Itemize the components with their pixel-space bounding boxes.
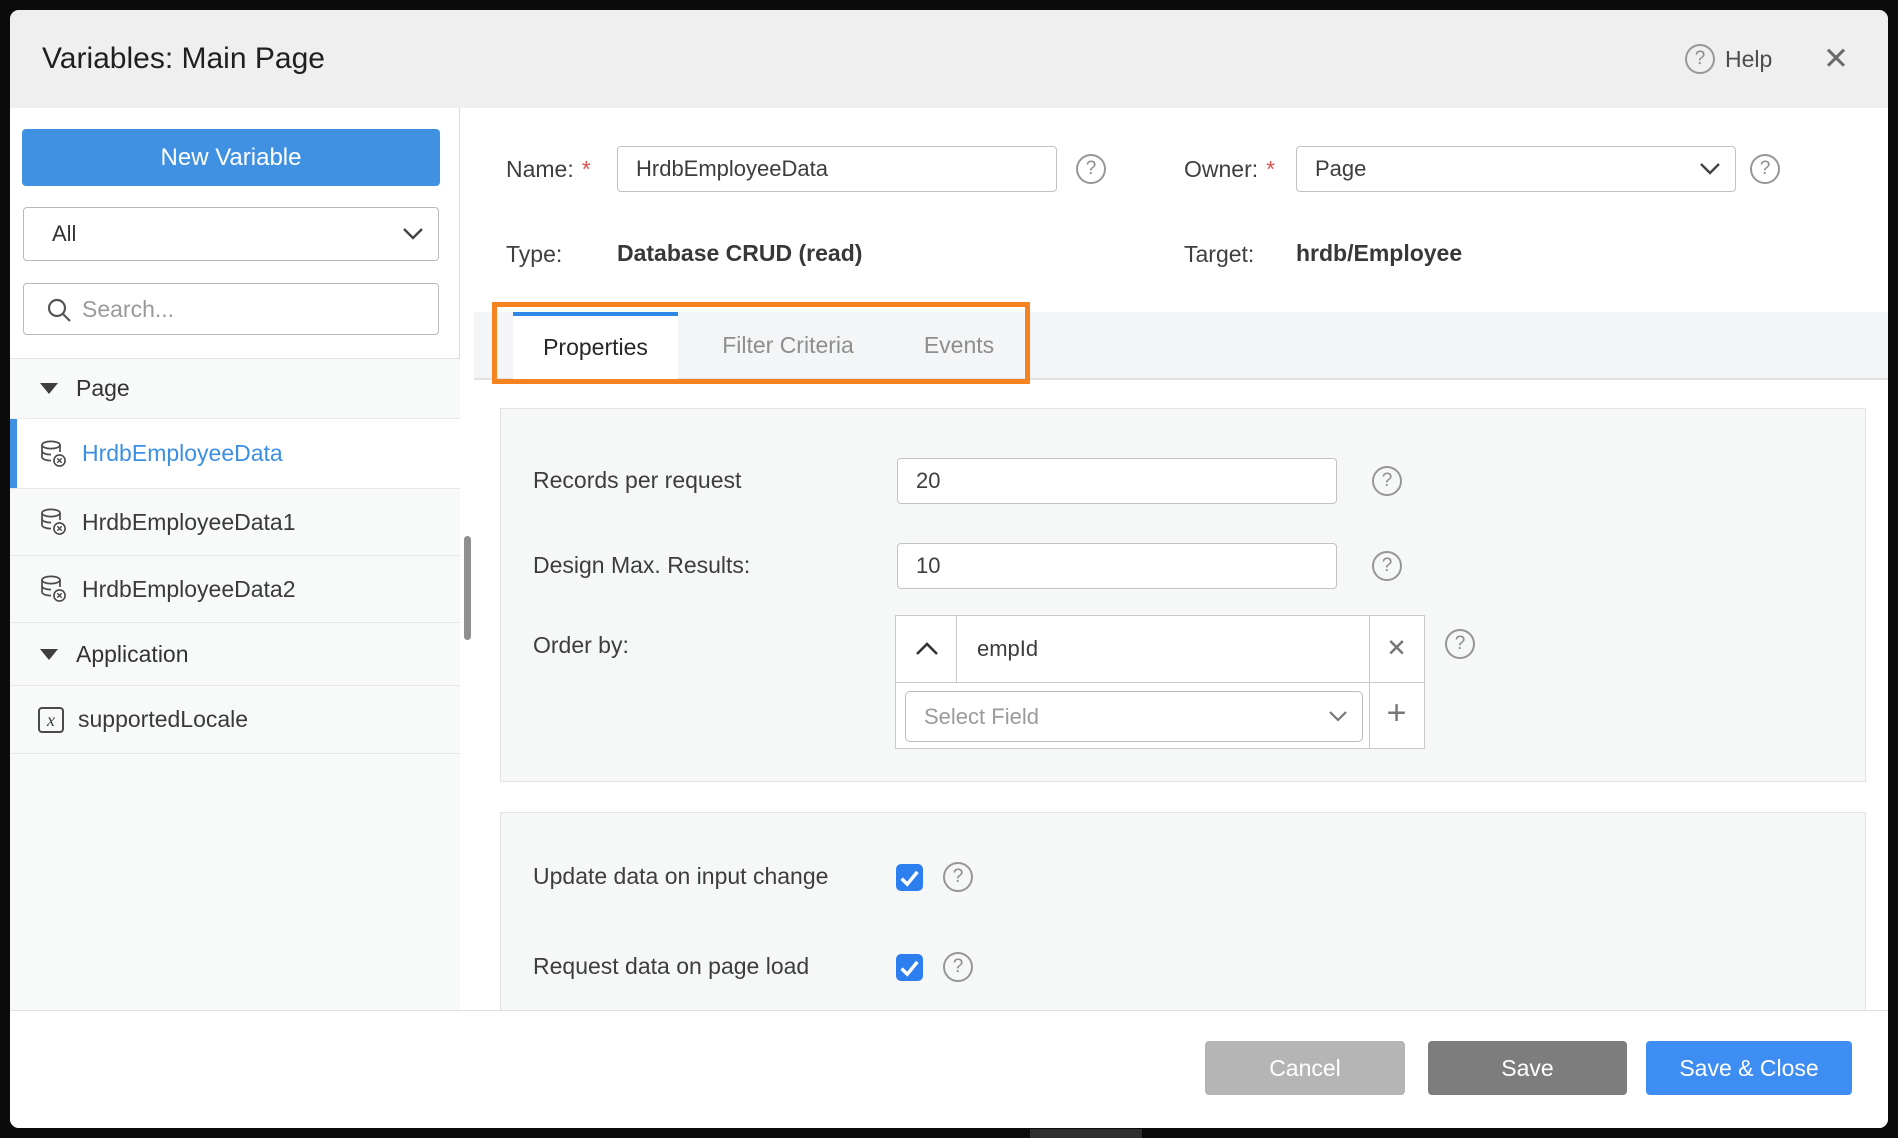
update-on-input-change-help-icon[interactable]: ?	[943, 862, 973, 892]
new-variable-button[interactable]: New Variable	[22, 129, 440, 186]
check-icon	[896, 954, 923, 981]
request-on-page-load-label: Request data on page load	[533, 953, 809, 980]
type-label: Type:	[506, 241, 562, 268]
tree-item-hrdbemployeedata1[interactable]: HrdbEmployeeData1	[10, 489, 460, 556]
owner-select[interactable]: Page	[1296, 146, 1736, 192]
owner-help-icon[interactable]: ?	[1750, 154, 1780, 184]
design-max-results-help-icon[interactable]: ?	[1372, 551, 1402, 581]
update-on-input-change-label: Update data on input change	[533, 863, 828, 890]
order-by-label: Order by:	[533, 632, 629, 659]
dialog-footer: Cancel Save Save & Close	[10, 1010, 1888, 1128]
tree-group-label: Page	[76, 375, 130, 402]
background-app-fragment	[1030, 1129, 1142, 1138]
design-max-results-input[interactable]	[897, 543, 1337, 589]
close-icon[interactable]: ✕	[1816, 39, 1856, 79]
chevron-down-icon	[1699, 162, 1721, 176]
order-by-control: empId ✕ Select Field ✕ +	[895, 615, 1425, 749]
tree-item-label: HrdbEmployeeData2	[82, 576, 296, 603]
save-button[interactable]: Save	[1428, 1041, 1627, 1095]
owner-label: Owner:*	[1184, 156, 1275, 183]
tree-item-hrdbemployeedata[interactable]: HrdbEmployeeData	[10, 419, 460, 489]
records-per-request-input[interactable]	[897, 458, 1337, 504]
name-input[interactable]	[617, 146, 1057, 192]
chevron-down-icon	[1328, 710, 1348, 723]
dialog-title: Variables: Main Page	[42, 10, 325, 108]
owner-select-value: Page	[1315, 147, 1366, 191]
chevron-up-icon	[914, 640, 940, 658]
name-help-icon[interactable]: ?	[1076, 154, 1106, 184]
tab-filter-criteria[interactable]: Filter Criteria	[678, 312, 898, 380]
sidebar-scrollbar-thumb[interactable]	[464, 536, 471, 640]
add-order-field-button[interactable]: +	[1369, 682, 1424, 748]
database-variable-icon	[38, 439, 68, 469]
select-field-placeholder: Select Field	[924, 692, 1039, 741]
required-asterisk: *	[582, 156, 591, 182]
select-field-dropdown[interactable]: Select Field	[905, 691, 1363, 742]
database-variable-icon	[38, 507, 68, 537]
help-icon[interactable]: ?	[1685, 44, 1715, 74]
variables-dialog: Variables: Main Page ? Help ✕ New Variab…	[10, 10, 1888, 1128]
data-properties-panel: Records per request ? Design Max. Result…	[500, 408, 1866, 782]
design-max-results-label: Design Max. Results:	[533, 552, 750, 579]
variables-sidebar: New Variable All Page	[10, 108, 460, 1010]
variable-filter-select[interactable]: All	[23, 207, 439, 261]
records-per-request-label: Records per request	[533, 467, 741, 494]
behavior-panel: Update data on input change ? Request da…	[500, 812, 1866, 1010]
static-variable-icon: x	[38, 707, 64, 733]
filter-select-value: All	[52, 208, 76, 260]
order-by-row: empId ✕	[896, 616, 1424, 683]
target-label: Target:	[1184, 241, 1254, 268]
order-by-field-value[interactable]: empId	[957, 616, 1370, 682]
tree-item-label: HrdbEmployeeData1	[82, 509, 296, 536]
tree-item-label: supportedLocale	[78, 706, 248, 733]
tree-group-label: Application	[76, 641, 189, 668]
request-on-page-load-help-icon[interactable]: ?	[943, 952, 973, 982]
request-on-page-load-checkbox[interactable]	[896, 954, 923, 981]
target-value: hrdb/Employee	[1296, 240, 1462, 267]
name-label: Name:*	[506, 156, 591, 183]
tree-item-hrdbemployeedata2[interactable]: HrdbEmployeeData2	[10, 556, 460, 623]
cancel-button[interactable]: Cancel	[1205, 1041, 1405, 1095]
search-input[interactable]	[82, 284, 422, 334]
search-icon	[46, 297, 72, 323]
sort-direction-button[interactable]	[896, 616, 957, 682]
tab-events[interactable]: Events	[898, 312, 1020, 380]
caret-down-icon	[40, 383, 58, 394]
database-variable-icon	[38, 574, 68, 604]
check-icon	[896, 864, 923, 891]
update-on-input-change-checkbox[interactable]	[896, 864, 923, 891]
required-asterisk: *	[1266, 156, 1275, 182]
dialog-header: Variables: Main Page ? Help ✕	[10, 10, 1888, 108]
order-by-help-icon[interactable]: ?	[1445, 629, 1475, 659]
search-box	[23, 283, 439, 335]
help-button-label[interactable]: Help	[1725, 10, 1772, 108]
records-per-request-help-icon[interactable]: ?	[1372, 466, 1402, 496]
variables-tree: Page HrdbEmployeeData	[10, 358, 460, 1010]
tree-item-label: HrdbEmployeeData	[82, 440, 283, 467]
chevron-down-icon	[402, 227, 424, 241]
tab-bar: Properties Filter Criteria Events	[474, 312, 1888, 380]
caret-down-icon	[40, 649, 58, 660]
remove-order-field-button[interactable]: ✕	[1369, 616, 1424, 682]
save-and-close-button[interactable]: Save & Close	[1646, 1041, 1852, 1095]
tree-group-application[interactable]: Application	[10, 623, 460, 686]
type-value: Database CRUD (read)	[617, 240, 862, 267]
tree-item-supportedlocale[interactable]: x supportedLocale	[10, 686, 460, 754]
tree-group-page[interactable]: Page	[10, 359, 460, 419]
tab-properties[interactable]: Properties	[513, 312, 678, 380]
